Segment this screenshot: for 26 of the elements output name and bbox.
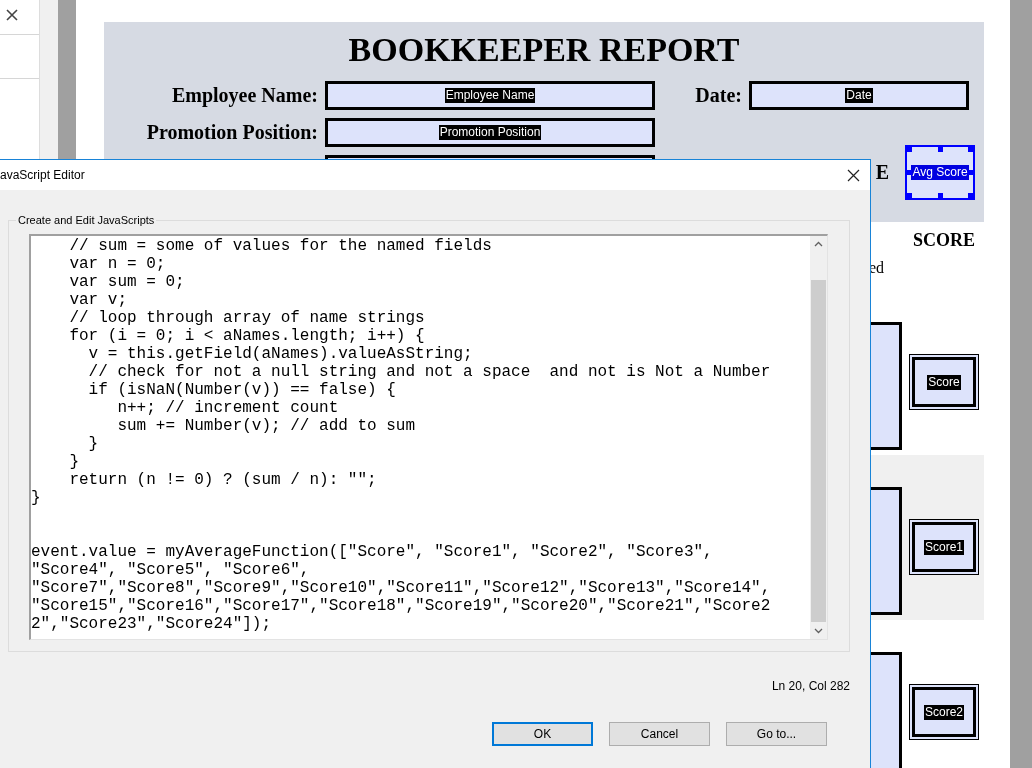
avg-score-field[interactable]: Avg Score [905,145,975,200]
code-editor-field[interactable]: // sum = some of values for the named fields var n = 0; var sum = 0; var v; // loop through array of name strings for (i = 0; i < aNames.length; i++) { v = this.getField(aNames).valueAsString; // check for not a null string and not a space and not is Not a Number if (isNaN(Number(v)) == false) { n++; // increment count sum += Number(v); // add to sum } } return (n != 0) ? (sum / n): ""; } event.value = myAverageFunction(["Score", "Score1", "Score2", "Score3", "Score4", "Score5", "Score6", "Score7","Score8","Score9","Score10","Score11","Score12","Score13","Score14", "Score15","Score16","Score17","Score18","Score19","Score20","Score21","Score2 2","Score23","Score24"]); [29,234,828,640]
dialog-button[interactable]: OK [492,722,593,746]
field-label: Employee Name: [170,84,318,107]
scrollbar[interactable] [810,236,827,639]
dialog-button[interactable]: Cancel [609,722,710,746]
close-icon[interactable] [847,168,860,182]
heading-fragment: E [875,161,889,184]
scroll-up-icon[interactable] [814,241,823,247]
scroll-down-icon[interactable] [814,628,823,634]
score-field[interactable]: Score1 [909,519,979,575]
scrollbar-thumb[interactable] [811,280,826,622]
cursor-position: Ln 20, Col 282 [770,679,851,693]
close-icon[interactable] [6,9,18,21]
dialog-title: avaScript Editor [0,168,86,182]
form-field[interactable]: Promotion Position [325,118,655,147]
field-label: Promotion Position: [145,121,318,144]
dialog-button[interactable]: Go to... [726,722,827,746]
group-label: Create and Edit JavaScripts [17,214,156,226]
score-field[interactable]: Score2 [909,684,979,740]
score-heading: SCORE [913,230,976,251]
form-field[interactable]: Date [749,81,969,110]
form-title: BOOKKEEPER REPORT [347,30,741,70]
score-field[interactable]: Score [909,354,979,410]
field-label: Date: [694,84,742,107]
form-field[interactable]: Employee Name [325,81,655,110]
